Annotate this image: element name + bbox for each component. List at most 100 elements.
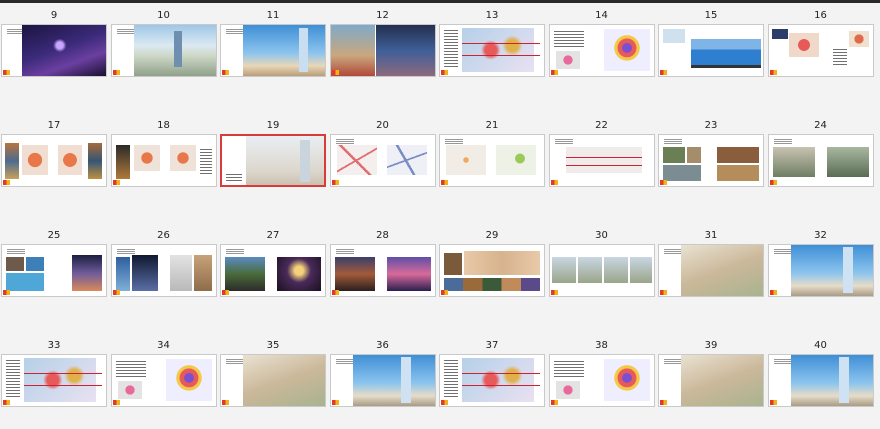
night-aerial-image <box>22 25 106 76</box>
page-preview[interactable] <box>658 354 764 407</box>
page-thumbnail-19[interactable]: 19 <box>220 118 326 191</box>
page-preview[interactable] <box>767 134 874 187</box>
page-preview[interactable] <box>329 244 436 297</box>
page-thumbnail-25[interactable]: 25 <box>1 228 107 301</box>
page-preview[interactable] <box>110 244 217 297</box>
page-number: 26 <box>157 230 170 241</box>
page-preview[interactable] <box>439 354 545 407</box>
page-thumbnail-24[interactable]: 24 <box>767 118 874 191</box>
page-preview[interactable] <box>658 134 764 187</box>
page-thumbnail-32[interactable]: 32 <box>767 228 874 301</box>
page-thumbnail-21[interactable]: 21 <box>439 118 545 191</box>
page-thumbnail-10[interactable]: 10 <box>110 8 217 81</box>
logo-mark <box>331 290 339 295</box>
page-thumbnail-9[interactable]: 9 <box>1 8 107 81</box>
page-thumbnail-35[interactable]: 35 <box>220 338 326 411</box>
logo-mark <box>550 400 558 405</box>
page-number: 19 <box>266 120 280 131</box>
page-preview[interactable] <box>548 24 655 77</box>
page-preview[interactable] <box>548 134 655 187</box>
page-thumbnail-11[interactable]: 11 <box>220 8 326 81</box>
diagram-image <box>58 145 82 175</box>
page-preview[interactable] <box>548 244 655 297</box>
logo-mark <box>222 70 229 75</box>
page-preview[interactable] <box>1 244 107 297</box>
page-preview[interactable] <box>767 24 874 77</box>
page-preview[interactable] <box>1 24 107 77</box>
tower-render-image <box>243 25 325 76</box>
tower-shape <box>838 357 849 403</box>
page-preview[interactable] <box>329 134 436 187</box>
page-thumbnail-18[interactable]: 18 <box>110 118 217 191</box>
page-preview[interactable] <box>439 134 545 187</box>
page-preview[interactable] <box>439 24 545 77</box>
tower-render-image <box>790 245 873 296</box>
page-thumbnail-13[interactable]: 13 <box>439 8 545 81</box>
page-thumbnail-12[interactable]: 12 <box>329 8 436 81</box>
page-thumbnail-22[interactable]: 22 <box>548 118 655 191</box>
page-thumbnail-26[interactable]: 26 <box>110 228 217 301</box>
site-plan-image <box>24 358 96 402</box>
photo-image <box>717 147 759 163</box>
page-thumbnail-28[interactable]: 28 <box>329 228 436 301</box>
page-preview[interactable] <box>658 244 764 297</box>
photo-strip <box>444 278 540 291</box>
page-number: 28 <box>376 230 389 241</box>
page-thumbnail-23[interactable]: 23 <box>658 118 764 191</box>
tower-shape <box>173 31 182 67</box>
page-preview[interactable] <box>110 354 217 407</box>
photo-image <box>334 257 375 291</box>
page-number: 15 <box>704 10 718 21</box>
annotation-line <box>565 157 642 158</box>
page-preview[interactable] <box>439 244 545 297</box>
header-text <box>664 359 682 365</box>
page-thumbnail-39[interactable]: 39 <box>658 338 764 411</box>
page-thumbnail-30[interactable]: 30 <box>548 228 655 301</box>
page-thumbnail-14[interactable]: 14 <box>548 8 655 81</box>
page-thumbnail-20[interactable]: 20 <box>329 118 436 191</box>
page-preview[interactable] <box>767 244 874 297</box>
page-thumbnail-27[interactable]: 27 <box>220 228 326 301</box>
page-preview[interactable] <box>220 244 326 297</box>
page-thumbnail-31[interactable]: 31 <box>658 228 764 301</box>
page-thumbnail-36[interactable]: 36 <box>329 338 436 411</box>
page-number: 22 <box>595 120 608 131</box>
photo-column <box>115 145 130 179</box>
page-number: 20 <box>376 120 389 131</box>
page-number: 30 <box>595 230 608 241</box>
page-number: 37 <box>485 340 499 351</box>
page-preview[interactable] <box>658 24 764 77</box>
page-preview[interactable] <box>1 134 107 187</box>
page-thumbnail-29[interactable]: 29 <box>439 228 545 301</box>
page-thumbnail-40[interactable]: 40 <box>767 338 874 411</box>
annotation-line <box>462 55 540 56</box>
logo-mark <box>550 180 558 185</box>
header-text <box>554 139 573 145</box>
page-thumbnail-34[interactable]: 34 <box>110 338 217 411</box>
page-preview[interactable] <box>767 354 874 407</box>
annotation-line <box>24 373 102 374</box>
page-preview[interactable] <box>329 24 436 77</box>
diagram-image <box>603 359 650 401</box>
logo-mark <box>331 180 339 185</box>
page-thumbnail-38[interactable]: 38 <box>548 338 655 411</box>
page-preview[interactable] <box>548 354 655 407</box>
page-preview[interactable] <box>1 354 107 407</box>
page-preview[interactable] <box>110 134 217 187</box>
page-preview-selected[interactable] <box>220 134 326 187</box>
render-image-right <box>375 25 435 76</box>
header-text <box>335 249 354 255</box>
page-number: 24 <box>814 120 827 131</box>
header-text <box>335 359 354 365</box>
page-thumbnail-17[interactable]: 17 <box>1 118 107 191</box>
page-preview[interactable] <box>110 24 217 77</box>
page-thumbnail-16[interactable]: 16 <box>767 8 874 81</box>
page-thumbnail-15[interactable]: 15 <box>658 8 764 81</box>
page-preview[interactable] <box>329 354 436 407</box>
page-thumbnail-37[interactable]: 37 <box>439 338 545 411</box>
logo-mark <box>112 400 120 405</box>
render-panel <box>603 257 628 283</box>
page-thumbnail-33[interactable]: 33 <box>1 338 107 411</box>
page-preview[interactable] <box>220 354 326 407</box>
page-preview[interactable] <box>220 24 326 77</box>
